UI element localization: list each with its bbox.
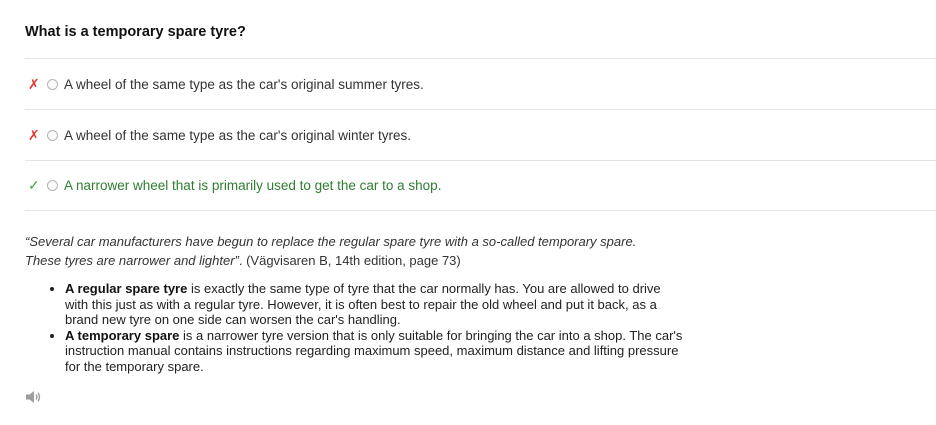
option-summer-tyres[interactable]: ✗ A wheel of the same type as the car's … <box>25 58 936 109</box>
quote-source: . (Vägvisaren B, 14th edition, page 73) <box>238 253 461 268</box>
radio-button[interactable] <box>47 78 58 90</box>
list-item: A temporary spare is a narrower tyre ver… <box>65 328 685 375</box>
question-title: What is a temporary spare tyre? <box>25 24 246 40</box>
term-temporary-spare: A temporary spare <box>65 327 180 343</box>
answer-options: ✗ A wheel of the same type as the car's … <box>25 58 936 211</box>
radio-button[interactable] <box>47 180 58 191</box>
option-label: A narrower wheel that is primarily used … <box>64 178 442 193</box>
cross-icon: ✗ <box>28 126 40 143</box>
option-narrower-wheel[interactable]: ✓ A narrower wheel that is primarily use… <box>25 160 936 211</box>
explanation-list: A regular spare tyre is exactly the same… <box>25 281 685 374</box>
cross-icon: ✗ <box>28 75 40 92</box>
option-label: A wheel of the same type as the car's or… <box>64 76 424 92</box>
check-icon: ✓ <box>28 177 40 193</box>
option-winter-tyres[interactable]: ✗ A wheel of the same type as the car's … <box>25 109 936 160</box>
list-item: A regular spare tyre is exactly the same… <box>65 281 685 328</box>
term-regular-spare: A regular spare tyre <box>65 281 188 296</box>
radio-button[interactable] <box>47 129 58 141</box>
option-label: A wheel of the same type as the car's or… <box>64 127 411 143</box>
speaker-icon[interactable] <box>25 390 43 404</box>
explanation-quote: “Several car manufacturers have begun to… <box>25 232 645 270</box>
